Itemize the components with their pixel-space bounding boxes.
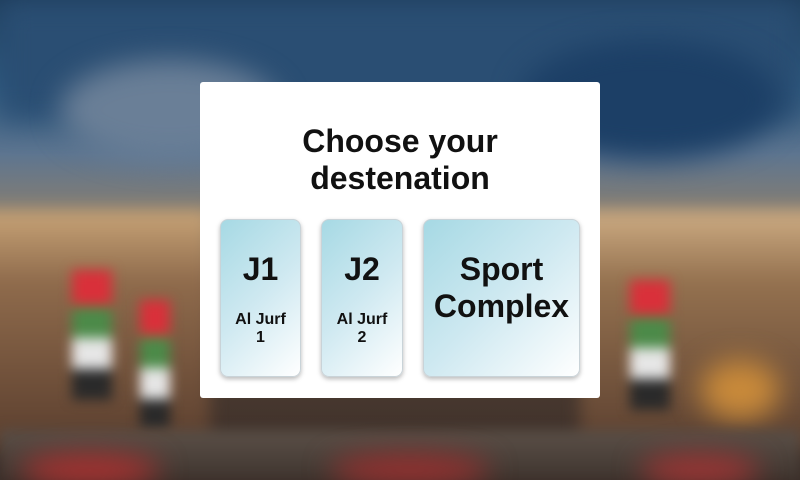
destination-name-line-2: 1 [256, 329, 265, 346]
destination-name: Al Jurf 2 [326, 311, 398, 347]
destination-code: J1 [242, 251, 279, 287]
destination-card-j2[interactable]: J2 Al Jurf 2 [321, 219, 403, 377]
destination-dialog: Choose your destenation J1 Al Jurf 1 J2 … [200, 82, 600, 398]
destination-code: J2 [344, 251, 380, 287]
destination-card-sport-complex[interactable]: Sport Complex [423, 219, 580, 377]
destination-name-line-1: Al Jurf [336, 311, 388, 328]
destination-label: Sport Complex [424, 251, 579, 325]
destination-name-line-1: Al Jurf [235, 311, 286, 328]
dialog-title: Choose your destenation [200, 123, 600, 197]
dialog-title-line-1: Choose your [302, 123, 498, 159]
destination-label-line-2: Complex [433, 288, 570, 324]
destination-name: Al Jurf 1 [225, 311, 296, 347]
destination-name-line-2: 2 [357, 329, 367, 346]
destination-label-line-1: Sport [459, 251, 544, 287]
destination-card-j1[interactable]: J1 Al Jurf 1 [220, 219, 301, 377]
dialog-title-line-2: destenation [310, 160, 490, 196]
